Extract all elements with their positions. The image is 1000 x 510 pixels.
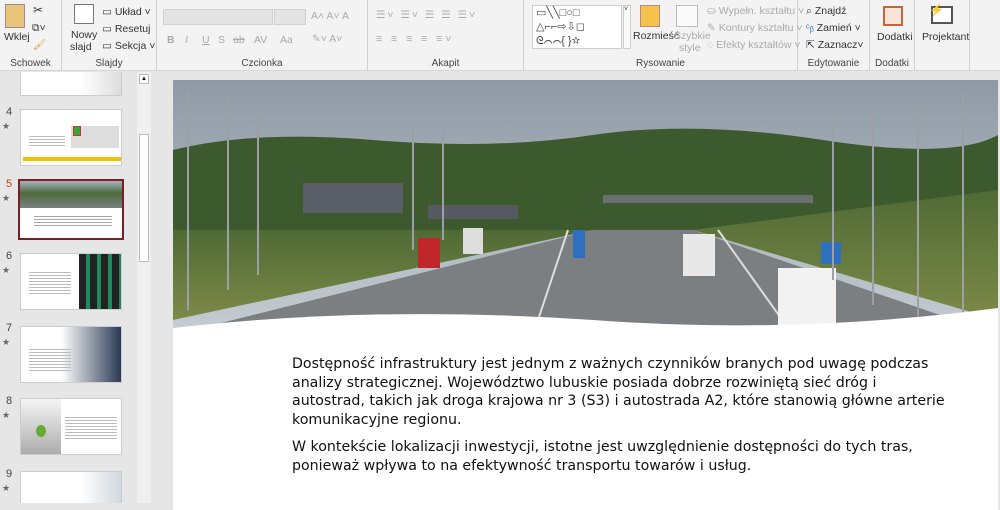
- animation-star-icon: ★: [2, 193, 11, 203]
- font-name-select[interactable]: [163, 9, 273, 25]
- slide-thumbnail-7[interactable]: [20, 326, 122, 383]
- slide-number: 4: [6, 106, 13, 118]
- designer-icon: ⚡: [929, 3, 953, 24]
- reset-label: Resetuj: [114, 23, 151, 35]
- paste-button[interactable]: Wklej: [4, 31, 30, 43]
- thumbnails-scrollbar[interactable]: ▲: [137, 72, 151, 503]
- animation-star-icon: ★: [2, 337, 11, 347]
- strikethrough-button[interactable]: ab: [233, 34, 245, 46]
- animation-star-icon: ★: [2, 410, 11, 420]
- paste-icon: [5, 4, 25, 28]
- group-label: Slajdy: [95, 58, 123, 69]
- new-slide-icon: [74, 4, 94, 24]
- layout-button[interactable]: ▭ Układ ˅: [102, 6, 151, 18]
- animation-star-icon: ★: [2, 121, 11, 131]
- slide-thumbnail-5[interactable]: [18, 179, 124, 240]
- italic-button[interactable]: I: [185, 34, 188, 46]
- find-label: Znajdź: [814, 5, 847, 17]
- shapes-more-button[interactable]: ˅: [623, 5, 631, 49]
- layout-label: Układ: [114, 6, 142, 18]
- bold-button[interactable]: B: [167, 34, 175, 46]
- quick-styles-button[interactable]: Szybkie: [674, 30, 711, 42]
- font-grow-icon[interactable]: A˄ A˅ A: [311, 10, 349, 22]
- group-label: Schowek: [10, 58, 51, 69]
- slide-number: 5: [6, 178, 13, 190]
- shape-outline-label: Kontury kształtu: [718, 22, 794, 34]
- shapes-gallery[interactable]: ▭╲╲□○□ △⌐⌐⇨⇩◻ ᘓ⌒⌒{ }☆: [532, 5, 622, 49]
- bullets-icon[interactable]: ☰˅ ☰˅ ☰ ☰ ☰˅: [376, 9, 477, 21]
- highlight-icon[interactable]: ✎˅ A˅: [312, 33, 342, 45]
- group-slides: Nowy slajd ▭ Układ ˅ ▭ Resetuj ▭ Sekcja …: [62, 0, 157, 71]
- highway-photo[interactable]: [173, 80, 998, 335]
- copy-icon[interactable]: ⧉˅: [32, 22, 46, 35]
- quick-styles-icon: [676, 5, 698, 27]
- replace-button[interactable]: ᶜᵦ Zamień ˅: [806, 22, 861, 34]
- slide-thumbnail-3[interactable]: [20, 72, 122, 96]
- group-paragraph: ☰˅ ☰˅ ☰ ☰ ☰˅ ≡ ≡ ≡ ≡ ≡˅ Akapit: [368, 0, 524, 71]
- group-addins: Dodatki Dodatki: [870, 0, 915, 71]
- arrange-button[interactable]: Rozmieść: [633, 30, 679, 42]
- slide-thumbnail-6[interactable]: [20, 253, 122, 310]
- animation-star-icon: ★: [2, 265, 11, 275]
- group-drawing: ▭╲╲□○□ △⌐⌐⇨⇩◻ ᘓ⌒⌒{ }☆ ˅ Rozmieść Szybkie s…: [524, 0, 804, 71]
- group-label: Akapit: [431, 58, 460, 69]
- arrange-icon: [640, 5, 660, 27]
- group-font: A˄ A˅ A B I U S ab AV Aa ✎˅ A˅ Czcionka: [157, 0, 368, 71]
- cut-icon[interactable]: ✂: [33, 3, 43, 17]
- group-label: Edytowanie: [807, 58, 860, 69]
- font-size-select[interactable]: [274, 9, 306, 25]
- shape-fill-label: Wypełn. kształtu: [718, 5, 796, 17]
- slide-canvas[interactable]: Dostępność infrastruktury jest jednym z …: [173, 80, 998, 510]
- group-label: Rysowanie: [636, 58, 685, 69]
- group-editing: ⌕ Znajdź ᶜᵦ Zamień ˅ ⇱ Zaznacz˅ Edytowan…: [798, 0, 870, 71]
- paragraph: Dostępność infrastruktury jest jednym z …: [292, 356, 945, 428]
- scrollbar-thumb[interactable]: [139, 134, 149, 262]
- addins-icon: [883, 6, 903, 26]
- char-spacing-button[interactable]: AV: [254, 34, 267, 46]
- underline-button[interactable]: U: [202, 34, 210, 46]
- group-clipboard: Wklej ✂ ⧉˅ 🖌 Schowek: [0, 0, 62, 71]
- group-label: Dodatki: [875, 58, 909, 69]
- format-painter-icon[interactable]: 🖌: [33, 38, 46, 51]
- designer-button[interactable]: Projektant: [922, 31, 969, 43]
- animation-star-icon: ★: [2, 483, 11, 493]
- shape-outline-button[interactable]: ✎ Kontury kształtu ˅: [707, 22, 802, 34]
- scroll-up-icon[interactable]: ▲: [139, 74, 149, 84]
- section-button[interactable]: ▭ Sekcja ˅: [102, 40, 155, 52]
- slide-thumbnail-8[interactable]: [20, 398, 122, 455]
- shape-effects-label: Efekty kształtów: [716, 39, 792, 51]
- section-label: Sekcja: [114, 40, 147, 52]
- ribbon: Wklej ✂ ⧉˅ 🖌 Schowek Nowy slajd ▭ Układ …: [0, 0, 1000, 71]
- select-button[interactable]: ⇱ Zaznacz˅: [806, 39, 864, 51]
- slide-thumbnails-pane: 4 ★ 5 ★ 6 ★ 7 ★ 8 ★ 9 ★: [0, 72, 136, 503]
- select-label: Zaznacz: [817, 39, 858, 51]
- paragraph: W kontekście lokalizacji inwestycji, ist…: [292, 439, 913, 474]
- addins-button[interactable]: Dodatki: [877, 31, 913, 43]
- reset-button[interactable]: ▭ Resetuj: [102, 23, 150, 35]
- shape-effects-button[interactable]: ◌ Efekty kształtów ˅: [707, 39, 801, 51]
- group-label: Czcionka: [241, 58, 283, 69]
- slide-number: 7: [6, 322, 13, 334]
- slide-number: 8: [6, 395, 13, 407]
- group-designer: ⚡ Projektant: [915, 0, 970, 71]
- find-button[interactable]: ⌕ Znajdź: [806, 5, 846, 18]
- shadow-button[interactable]: S: [218, 34, 225, 46]
- slide-body-text[interactable]: Dostępność infrastruktury jest jednym z …: [292, 355, 952, 484]
- slide-number: 9: [6, 468, 13, 480]
- slide-thumbnail-4[interactable]: [20, 109, 122, 166]
- new-slide-button-label[interactable]: slajd: [70, 41, 92, 53]
- slide-number: 6: [6, 250, 13, 262]
- change-case-button[interactable]: Aa: [280, 34, 293, 46]
- shape-fill-button[interactable]: ⛀ Wypełn. kształtu ˅: [707, 5, 804, 17]
- new-slide-button[interactable]: Nowy: [71, 29, 97, 41]
- replace-label: Zamień: [816, 22, 852, 34]
- slide-thumbnail-9[interactable]: [20, 471, 122, 503]
- quick-styles-label: style: [679, 42, 701, 54]
- align-icon[interactable]: ≡ ≡ ≡ ≡ ≡˅: [376, 33, 454, 45]
